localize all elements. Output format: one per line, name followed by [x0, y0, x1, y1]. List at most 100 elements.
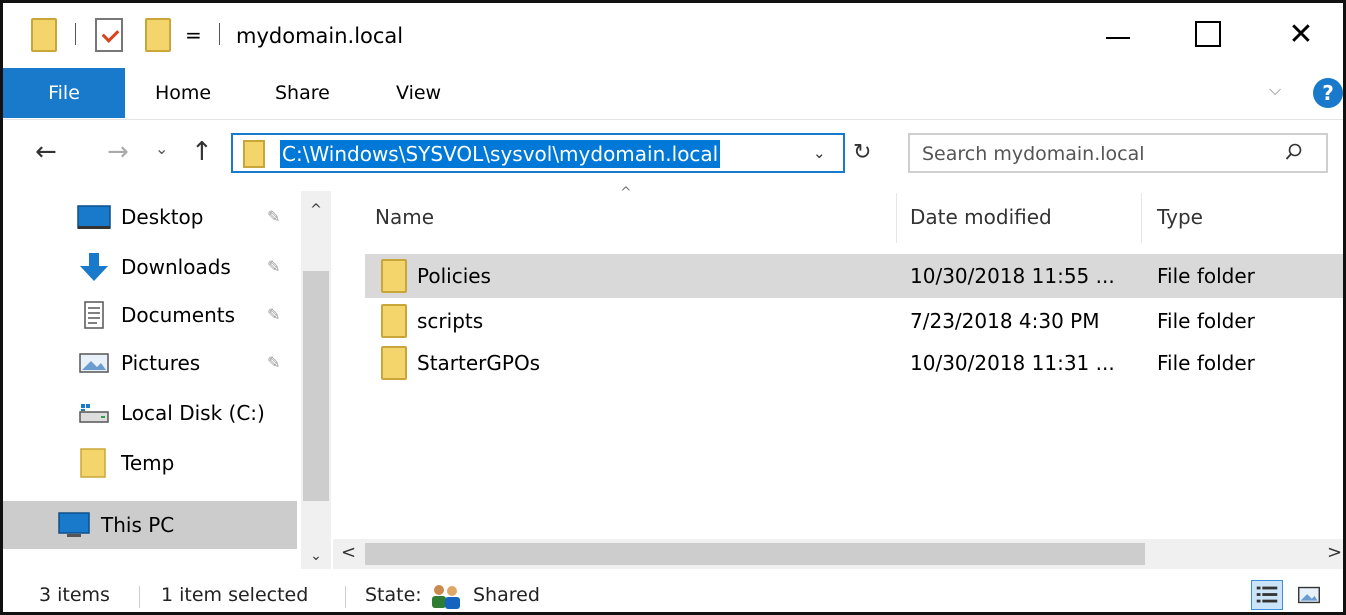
- minimize-button[interactable]: [1088, 9, 1148, 59]
- navigation-bar: ← → ⌄ ↑ C:\Windows\SYSVOL\sysvol\mydomai…: [3, 125, 1343, 187]
- file-name: Policies: [417, 264, 491, 288]
- scroll-down-icon[interactable]: ⌄: [301, 541, 331, 571]
- address-history-chevron-icon[interactable]: ⌄: [813, 144, 826, 162]
- pin-icon[interactable]: ✎: [267, 305, 280, 324]
- sidebar-item-this-pc[interactable]: This PC: [3, 501, 297, 549]
- maximize-button[interactable]: [1178, 9, 1238, 59]
- scroll-right-icon[interactable]: >: [1327, 542, 1342, 563]
- file-row-scripts[interactable]: scripts 7/23/2018 4:30 PM File folder: [365, 299, 1343, 343]
- column-divider[interactable]: [896, 193, 897, 243]
- file-type: File folder: [1157, 264, 1255, 288]
- file-type: File folder: [1157, 309, 1255, 333]
- documents-icon: [84, 301, 104, 329]
- item-count: 3 items: [39, 584, 110, 606]
- search-icon[interactable]: [1285, 143, 1303, 161]
- sidebar-item-documents[interactable]: Documents ✎: [3, 291, 303, 339]
- toolbar-separator: [219, 23, 220, 45]
- sidebar-item-label: This PC: [101, 513, 175, 537]
- pictures-icon: [79, 353, 109, 373]
- selection-count: 1 item selected: [161, 584, 309, 606]
- pin-icon[interactable]: ✎: [267, 207, 280, 226]
- sidebar-item-label: Documents: [121, 303, 236, 327]
- sidebar-item-pictures[interactable]: Pictures ✎: [3, 339, 303, 387]
- file-row-policies[interactable]: Policies 10/30/2018 11:55 ... File folde…: [365, 254, 1343, 298]
- window-title: mydomain.local: [236, 24, 404, 48]
- scroll-up-icon[interactable]: ^: [301, 195, 331, 225]
- up-button[interactable]: ↑: [191, 137, 213, 167]
- sort-ascending-icon: ^: [620, 185, 632, 201]
- address-bar[interactable]: C:\Windows\SYSVOL\sysvol\mydomain.local …: [231, 133, 845, 173]
- folder-icon: [31, 18, 57, 52]
- toolbar-separator: [75, 23, 76, 45]
- file-name: scripts: [417, 309, 484, 333]
- sidebar-item-temp[interactable]: Temp: [3, 439, 303, 487]
- status-separator: [139, 586, 140, 608]
- status-separator: [345, 586, 346, 608]
- recent-locations-button[interactable]: ⌄: [155, 139, 168, 158]
- tab-view[interactable]: View: [396, 68, 441, 118]
- refresh-button[interactable]: ↻: [853, 140, 871, 165]
- column-header-date-modified[interactable]: Date modified: [910, 205, 1052, 229]
- help-icon[interactable]: ?: [1313, 78, 1343, 108]
- tab-share[interactable]: Share: [275, 68, 330, 118]
- file-date: 10/30/2018 11:31 ...: [910, 351, 1115, 375]
- folder-icon: [243, 140, 265, 168]
- sidebar-item-label: Desktop: [121, 205, 204, 229]
- scrollbar-thumb[interactable]: [365, 543, 1145, 565]
- sidebar-item-label: Temp: [121, 451, 175, 475]
- large-icons-view-button[interactable]: [1293, 580, 1325, 610]
- tab-file[interactable]: File: [3, 68, 125, 118]
- horizontal-scrollbar[interactable]: < >: [333, 539, 1343, 569]
- file-list: ^ Name Date modified Type Policies 10/30…: [333, 185, 1343, 569]
- large-icons-view-icon: [1298, 586, 1320, 604]
- file-type: File folder: [1157, 351, 1255, 375]
- status-bar: 3 items 1 item selected State: Shared: [3, 574, 1343, 612]
- folder-icon: [381, 346, 407, 380]
- file-date: 10/30/2018 11:55 ...: [910, 264, 1115, 288]
- desktop-icon: [77, 205, 111, 229]
- folder-icon: [80, 448, 106, 478]
- this-pc-icon: [58, 512, 90, 537]
- sidebar-item-downloads[interactable]: Downloads ✎: [3, 243, 303, 291]
- navigation-pane: Desktop ✎ Downloads ✎ Documents ✎ Pictur…: [3, 191, 333, 569]
- customize-quick-access-button[interactable]: =: [185, 25, 202, 45]
- pin-icon[interactable]: ✎: [267, 257, 280, 276]
- column-divider[interactable]: [1141, 193, 1142, 243]
- tab-home[interactable]: Home: [155, 68, 211, 118]
- folder-icon: [381, 259, 407, 293]
- scrollbar-thumb[interactable]: [303, 271, 329, 501]
- address-path[interactable]: C:\Windows\SYSVOL\sysvol\mydomain.local: [280, 140, 721, 168]
- pin-icon[interactable]: ✎: [267, 353, 280, 372]
- sidebar-item-label: Downloads: [121, 255, 231, 279]
- sidebar-scrollbar[interactable]: ^ ⌄: [301, 191, 331, 569]
- forward-button[interactable]: →: [107, 137, 129, 167]
- sidebar-item-desktop[interactable]: Desktop ✎: [3, 193, 303, 241]
- search-box[interactable]: [908, 133, 1328, 173]
- back-button[interactable]: ←: [35, 137, 57, 167]
- folder-icon: [381, 304, 407, 338]
- shared-users-icon: [432, 585, 460, 609]
- details-view-icon: [1256, 586, 1278, 603]
- sidebar-item-label: Pictures: [121, 351, 201, 375]
- close-button[interactable]: ✕: [1271, 9, 1331, 59]
- file-date: 7/23/2018 4:30 PM: [910, 309, 1100, 333]
- column-header-type[interactable]: Type: [1157, 205, 1203, 229]
- file-row-startergpos[interactable]: StarterGPOs 10/30/2018 11:31 ... File fo…: [365, 341, 1343, 385]
- expand-ribbon-icon[interactable]: ⌵: [1269, 80, 1281, 100]
- title-bar: = mydomain.local ✕: [3, 3, 1343, 65]
- ribbon: File Home Share View ⌵ ?: [3, 68, 1343, 120]
- downloads-icon: [80, 253, 108, 281]
- search-input[interactable]: [922, 140, 1262, 168]
- file-name: StarterGPOs: [417, 351, 541, 375]
- column-header-name[interactable]: Name: [375, 205, 434, 229]
- scroll-left-icon[interactable]: <: [341, 542, 356, 563]
- details-view-button[interactable]: [1251, 580, 1283, 610]
- local-disk-icon: [79, 404, 109, 423]
- state-label: State:: [365, 584, 422, 606]
- properties-icon[interactable]: [95, 18, 123, 52]
- file-explorer-window: = mydomain.local ✕ File Home Share View …: [0, 0, 1346, 615]
- new-folder-icon[interactable]: [145, 18, 171, 52]
- sidebar-item-label: Local Disk (C:): [121, 401, 265, 425]
- sidebar-item-local-disk[interactable]: Local Disk (C:): [3, 389, 303, 437]
- state-value: Shared: [473, 584, 540, 606]
